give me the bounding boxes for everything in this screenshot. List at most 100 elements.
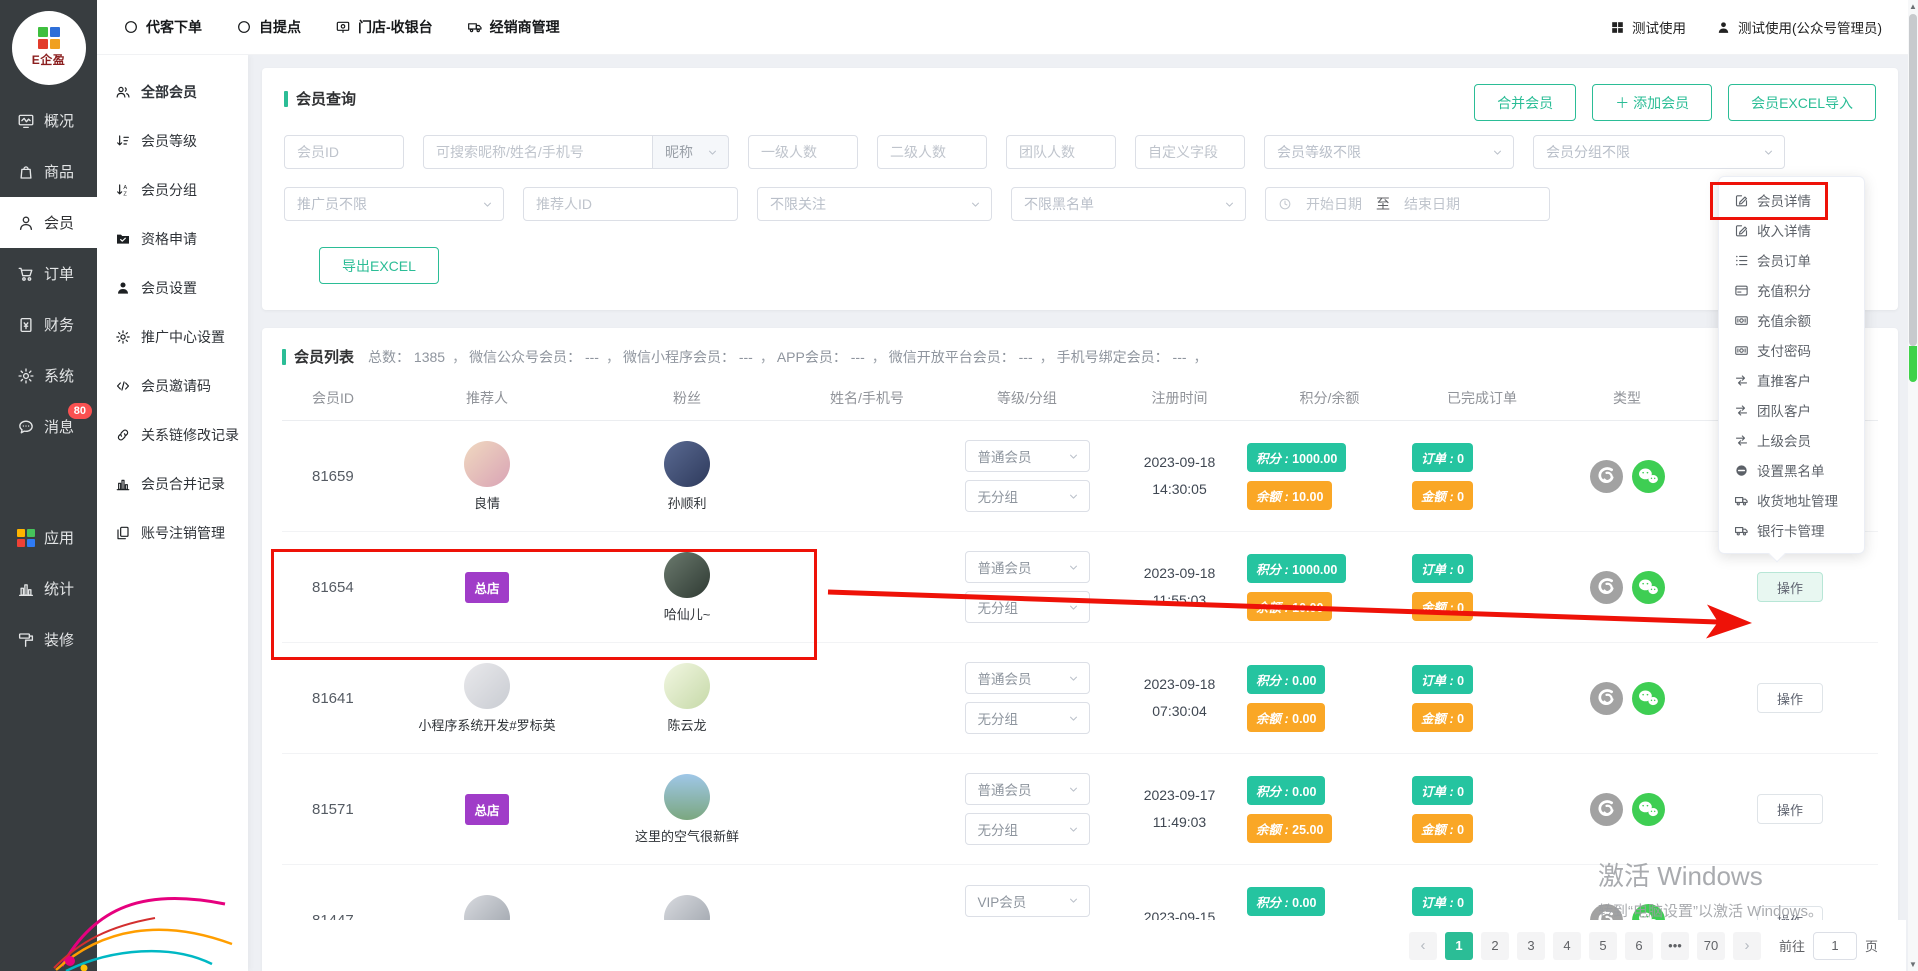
- register-date-range-picker[interactable]: 开始日期 至 结束日期: [1265, 187, 1550, 221]
- menu-item-address-management[interactable]: 收货地址管理: [1719, 485, 1864, 515]
- submenu-invite-code[interactable]: 会员邀请码: [97, 361, 248, 410]
- row-action-button[interactable]: 操作: [1757, 683, 1823, 713]
- submenu-member-levels[interactable]: 会员等级: [97, 116, 248, 165]
- level1-count-input[interactable]: [748, 135, 858, 169]
- group-select[interactable]: 无分组: [965, 591, 1090, 623]
- sidebar-item-finance[interactable]: 财务: [0, 299, 97, 350]
- team-count-input[interactable]: [1006, 135, 1116, 169]
- submenu-relation-log[interactable]: 关系链修改记录: [97, 410, 248, 459]
- current-user[interactable]: 测试使用(公众号管理员): [1716, 17, 1882, 37]
- sidebar-item-members[interactable]: 会员: [0, 197, 97, 248]
- row-action-button-active[interactable]: 操作: [1757, 572, 1823, 602]
- submenu-all-members[interactable]: 全部会员: [97, 67, 248, 116]
- points-badge: 积分0.00: [1247, 887, 1325, 916]
- menu-item-income-detail[interactable]: 收入详情: [1719, 215, 1864, 245]
- member-excel-import-button[interactable]: 会员EXCEL导入: [1728, 84, 1876, 121]
- sidebar-item-orders[interactable]: 订单: [0, 248, 97, 299]
- page-button[interactable]: 2: [1481, 932, 1509, 960]
- member-level-select[interactable]: 会员等级不限: [1264, 135, 1514, 169]
- level-select[interactable]: 普通会员: [965, 662, 1090, 694]
- chevron-down-icon: [1067, 490, 1080, 503]
- points-badge: 积分0.00: [1247, 665, 1325, 694]
- goto-page-input[interactable]: [1813, 932, 1857, 960]
- prev-page-button[interactable]: ‹: [1409, 932, 1437, 960]
- grid-icon: [1610, 20, 1625, 35]
- menu-item-direct-customers[interactable]: 直推客户: [1719, 365, 1864, 395]
- menu-item-member-detail[interactable]: 会员详情: [1719, 185, 1864, 215]
- scrollbar-thumb[interactable]: [1909, 14, 1917, 346]
- menu-item-member-orders[interactable]: 会员订单: [1719, 245, 1864, 275]
- group-select[interactable]: 无分组: [965, 813, 1090, 845]
- keyword-type-select[interactable]: 昵称: [653, 135, 729, 169]
- submenu-member-groups[interactable]: 会员分组: [97, 165, 248, 214]
- menu-item-team-customers[interactable]: 团队客户: [1719, 395, 1864, 425]
- link-icon: [115, 427, 131, 443]
- sidebar-item-overview[interactable]: 概况: [0, 95, 97, 146]
- menu-item-recharge-balance[interactable]: 充值余额: [1719, 305, 1864, 335]
- nav-item-pickup-point[interactable]: 自提点: [236, 17, 301, 37]
- menu-item-recharge-points[interactable]: 充值积分: [1719, 275, 1864, 305]
- sidebar-item-goods[interactable]: 商品: [0, 146, 97, 197]
- scroll-down-icon[interactable]: ▼: [1908, 960, 1918, 969]
- group-select[interactable]: 无分组: [965, 702, 1090, 734]
- submenu-member-settings[interactable]: 会员设置: [97, 263, 248, 312]
- level-select[interactable]: 普通会员: [965, 773, 1090, 805]
- custom-field-input[interactable]: [1135, 135, 1245, 169]
- fan-cell: 哈仙儿~: [582, 552, 792, 623]
- page-button[interactable]: 4: [1553, 932, 1581, 960]
- menu-item-upper-member[interactable]: 上级会员: [1719, 425, 1864, 455]
- level2-count-input[interactable]: [877, 135, 987, 169]
- submenu-promotion-settings[interactable]: 推广中心设置: [97, 312, 248, 361]
- page-scrollbar[interactable]: ▲ ▼: [1908, 0, 1918, 971]
- member-id-input[interactable]: [284, 135, 404, 169]
- cart-icon: [17, 265, 35, 283]
- row-action-button[interactable]: 操作: [1757, 794, 1823, 824]
- sidebar-item-apps[interactable]: 应用: [0, 512, 97, 563]
- group-select[interactable]: 无分组: [965, 480, 1090, 512]
- dealer-icon: [467, 19, 483, 35]
- money-icon: [1734, 313, 1749, 328]
- submenu-merge-log[interactable]: 会员合并记录: [97, 459, 248, 508]
- page-button[interactable]: 1: [1445, 932, 1473, 960]
- menu-item-pay-password[interactable]: 支付密码: [1719, 335, 1864, 365]
- nav-item-dealer-management[interactable]: 经销商管理: [467, 17, 560, 37]
- orders-badge: 订单0: [1412, 443, 1473, 472]
- referrer-id-input[interactable]: [523, 187, 738, 221]
- sidebar-item-messages[interactable]: 消息80: [0, 401, 97, 452]
- sidebar-item-statistics[interactable]: 统计: [0, 563, 97, 614]
- ellipsis-button[interactable]: •••: [1661, 932, 1689, 960]
- menu-item-bankcard-management[interactable]: 银行卡管理: [1719, 515, 1864, 545]
- open-platform-icon: [1590, 571, 1623, 604]
- submenu-qualification[interactable]: 资格申请: [97, 214, 248, 263]
- nav-item-store-cashier[interactable]: 门店-收银台: [335, 17, 433, 37]
- promoter-select[interactable]: 推广员不限: [284, 187, 504, 221]
- points-balance-cell: 积分1000.00 余额10.00: [1247, 443, 1412, 510]
- menu-item-set-blacklist[interactable]: 设置黑名单: [1719, 455, 1864, 485]
- export-excel-button[interactable]: 导出EXCEL: [319, 247, 439, 284]
- add-member-button[interactable]: ＋ 添加会员: [1592, 84, 1712, 121]
- sidebar-item-system[interactable]: 系统: [0, 350, 97, 401]
- page-button[interactable]: 6: [1625, 932, 1653, 960]
- page-button[interactable]: 5: [1589, 932, 1617, 960]
- page-button[interactable]: 3: [1517, 932, 1545, 960]
- last-page-button[interactable]: 70: [1697, 932, 1725, 960]
- current-shop[interactable]: 测试使用: [1610, 17, 1686, 37]
- action-cell: 操作: [1702, 794, 1878, 824]
- sidebar-item-decorate[interactable]: 装修: [0, 614, 97, 665]
- nav-item-proxy-order[interactable]: 代客下单: [123, 17, 202, 37]
- gear-icon: [115, 329, 131, 345]
- submenu-account-cancellation[interactable]: 账号注销管理: [97, 508, 248, 557]
- scroll-up-icon[interactable]: ▲: [1908, 2, 1918, 11]
- member-group-select[interactable]: 会员分组不限: [1533, 135, 1785, 169]
- follow-filter-select[interactable]: 不限关注: [757, 187, 992, 221]
- level-select[interactable]: 普通会员: [965, 440, 1090, 472]
- level-select[interactable]: 普通会员: [965, 551, 1090, 583]
- balance-badge: 余额0.00: [1247, 703, 1325, 732]
- blacklist-filter-select[interactable]: 不限黑名单: [1011, 187, 1246, 221]
- next-page-button[interactable]: ›: [1733, 932, 1761, 960]
- keyword-input[interactable]: [423, 135, 653, 169]
- amount-badge: 金额0: [1412, 703, 1473, 732]
- merge-member-button[interactable]: 合并会员: [1474, 84, 1576, 121]
- wechat-icon: [1632, 793, 1665, 826]
- level-select[interactable]: VIP会员: [965, 885, 1090, 917]
